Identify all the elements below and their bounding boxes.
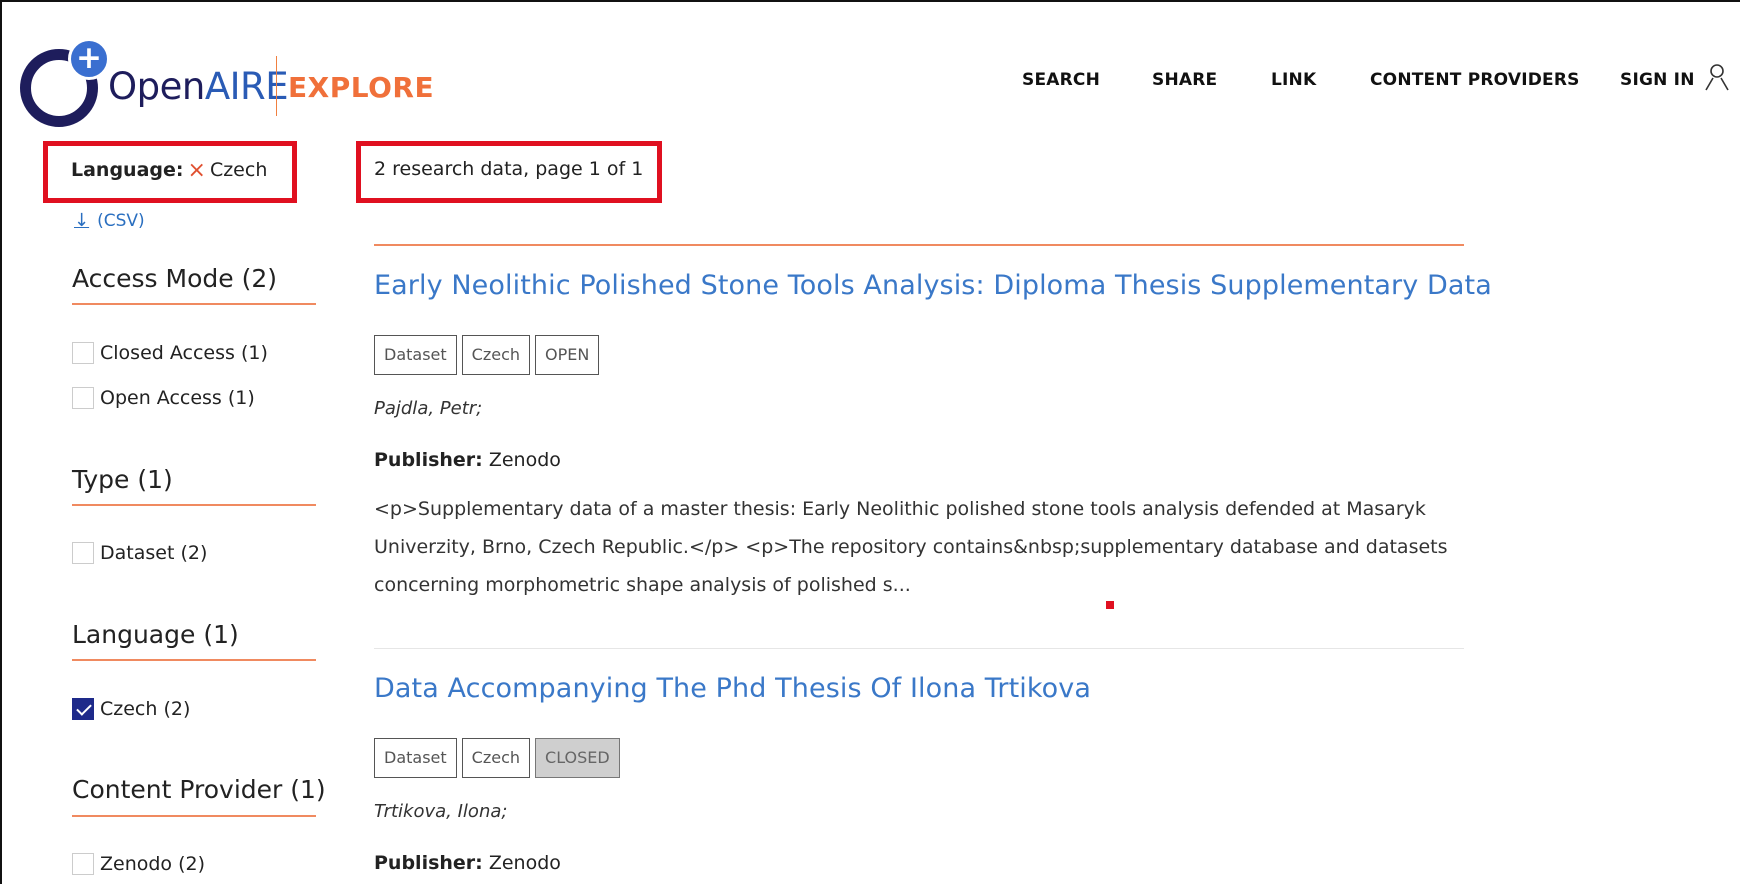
description-line: Univerzity, Brno, Czech Republic.</p> <p… <box>374 536 1448 558</box>
badge-type: Dataset <box>374 738 457 778</box>
active-filter-label: Language: <box>71 159 184 181</box>
logo-wordmark: OpenAIRE <box>108 65 289 108</box>
description-line: <p>Supplementary data of a master thesis… <box>374 498 1426 520</box>
logo-explore-text: EXPLORE <box>288 71 435 104</box>
result-badges: Dataset Czech OPEN <box>374 335 600 375</box>
badge-access-closed: CLOSED <box>535 738 620 778</box>
facet-item-zenodo[interactable]: Zenodo (2) <box>72 853 205 875</box>
description-line: concerning morphometric shape analysis o… <box>374 574 911 596</box>
publisher-value: Zenodo <box>488 449 561 471</box>
nav-share[interactable]: SHARE <box>1152 70 1217 90</box>
facet-item-label: Czech (2) <box>100 698 191 720</box>
nav-sign-in[interactable]: SIGN IN <box>1620 70 1695 90</box>
nav-content-providers[interactable]: CONTENT PROVIDERS <box>1370 70 1580 90</box>
download-csv-label: (CSV) <box>97 211 145 231</box>
results-top-divider <box>374 244 1464 246</box>
page-frame <box>0 0 1740 884</box>
facet-divider <box>72 504 316 506</box>
facet-item-label: Dataset (2) <box>100 542 208 564</box>
nav-link[interactable]: LINK <box>1271 70 1316 90</box>
facet-item-dataset[interactable]: Dataset (2) <box>72 542 207 564</box>
facet-title-content-provider: Content Provider (1) <box>72 775 326 804</box>
active-filter-value: Czech <box>209 159 268 181</box>
checkbox[interactable] <box>72 387 94 409</box>
facet-title-type: Type (1) <box>72 465 173 494</box>
cursor-marker <box>1106 601 1114 609</box>
nav-search[interactable]: SEARCH <box>1022 70 1100 90</box>
facet-item-czech[interactable]: Czech (2) <box>72 698 190 720</box>
checkbox-checked[interactable] <box>72 698 94 720</box>
publisher-label: Publisher: <box>374 852 483 874</box>
checkbox[interactable] <box>72 342 94 364</box>
badge-language: Czech <box>461 738 531 778</box>
result-publisher: Publisher: Zenodo <box>374 852 561 874</box>
result-title-link[interactable]: Data Accompanying The Phd Thesis Of Ilon… <box>374 673 1091 704</box>
result-badges: Dataset Czech CLOSED <box>374 738 620 778</box>
openaire-explore-logo[interactable]: + OpenAIRE EXPLORE <box>20 38 434 128</box>
download-csv-link[interactable]: ↓ (CSV) <box>74 210 145 231</box>
facet-item-label: Zenodo (2) <box>100 853 206 875</box>
result-authors: Pajdla, Petr; <box>374 398 483 419</box>
facet-title-language: Language (1) <box>72 620 239 649</box>
facet-item-label: Closed Access (1) <box>100 342 268 364</box>
results-count: 2 research data, page 1 of 1 <box>374 158 644 180</box>
badge-language: Czech <box>461 335 531 375</box>
user-icon[interactable] <box>1705 63 1729 91</box>
result-publisher: Publisher: Zenodo <box>374 449 561 471</box>
facet-divider <box>72 303 316 305</box>
facet-item-label: Open Access (1) <box>100 387 255 409</box>
active-filter-language: Language: × Czech <box>71 158 267 183</box>
publisher-value: Zenodo <box>488 852 561 874</box>
logo-plus-icon: + <box>68 38 110 80</box>
facet-title-access-mode: Access Mode (2) <box>72 264 278 293</box>
logo-open-text: Open <box>108 65 205 108</box>
checkbox[interactable] <box>72 542 94 564</box>
badge-type: Dataset <box>374 335 457 375</box>
facet-item-closed-access[interactable]: Closed Access (1) <box>72 342 268 364</box>
logo-divider <box>276 56 277 116</box>
facet-divider <box>72 815 316 817</box>
checkbox[interactable] <box>72 853 94 875</box>
facet-item-open-access[interactable]: Open Access (1) <box>72 387 255 409</box>
result-authors: Trtikova, Ilona; <box>374 801 508 822</box>
download-arrow-icon: ↓ <box>74 210 90 231</box>
result-title-link[interactable]: Early Neolithic Polished Stone Tools Ana… <box>374 270 1492 301</box>
publisher-label: Publisher: <box>374 449 483 471</box>
result-divider <box>374 648 1464 649</box>
facet-divider <box>72 659 316 661</box>
remove-filter-icon[interactable]: × <box>184 158 210 183</box>
badge-access-open: OPEN <box>535 335 600 375</box>
result-description: <p>Supplementary data of a master thesis… <box>374 490 1454 604</box>
